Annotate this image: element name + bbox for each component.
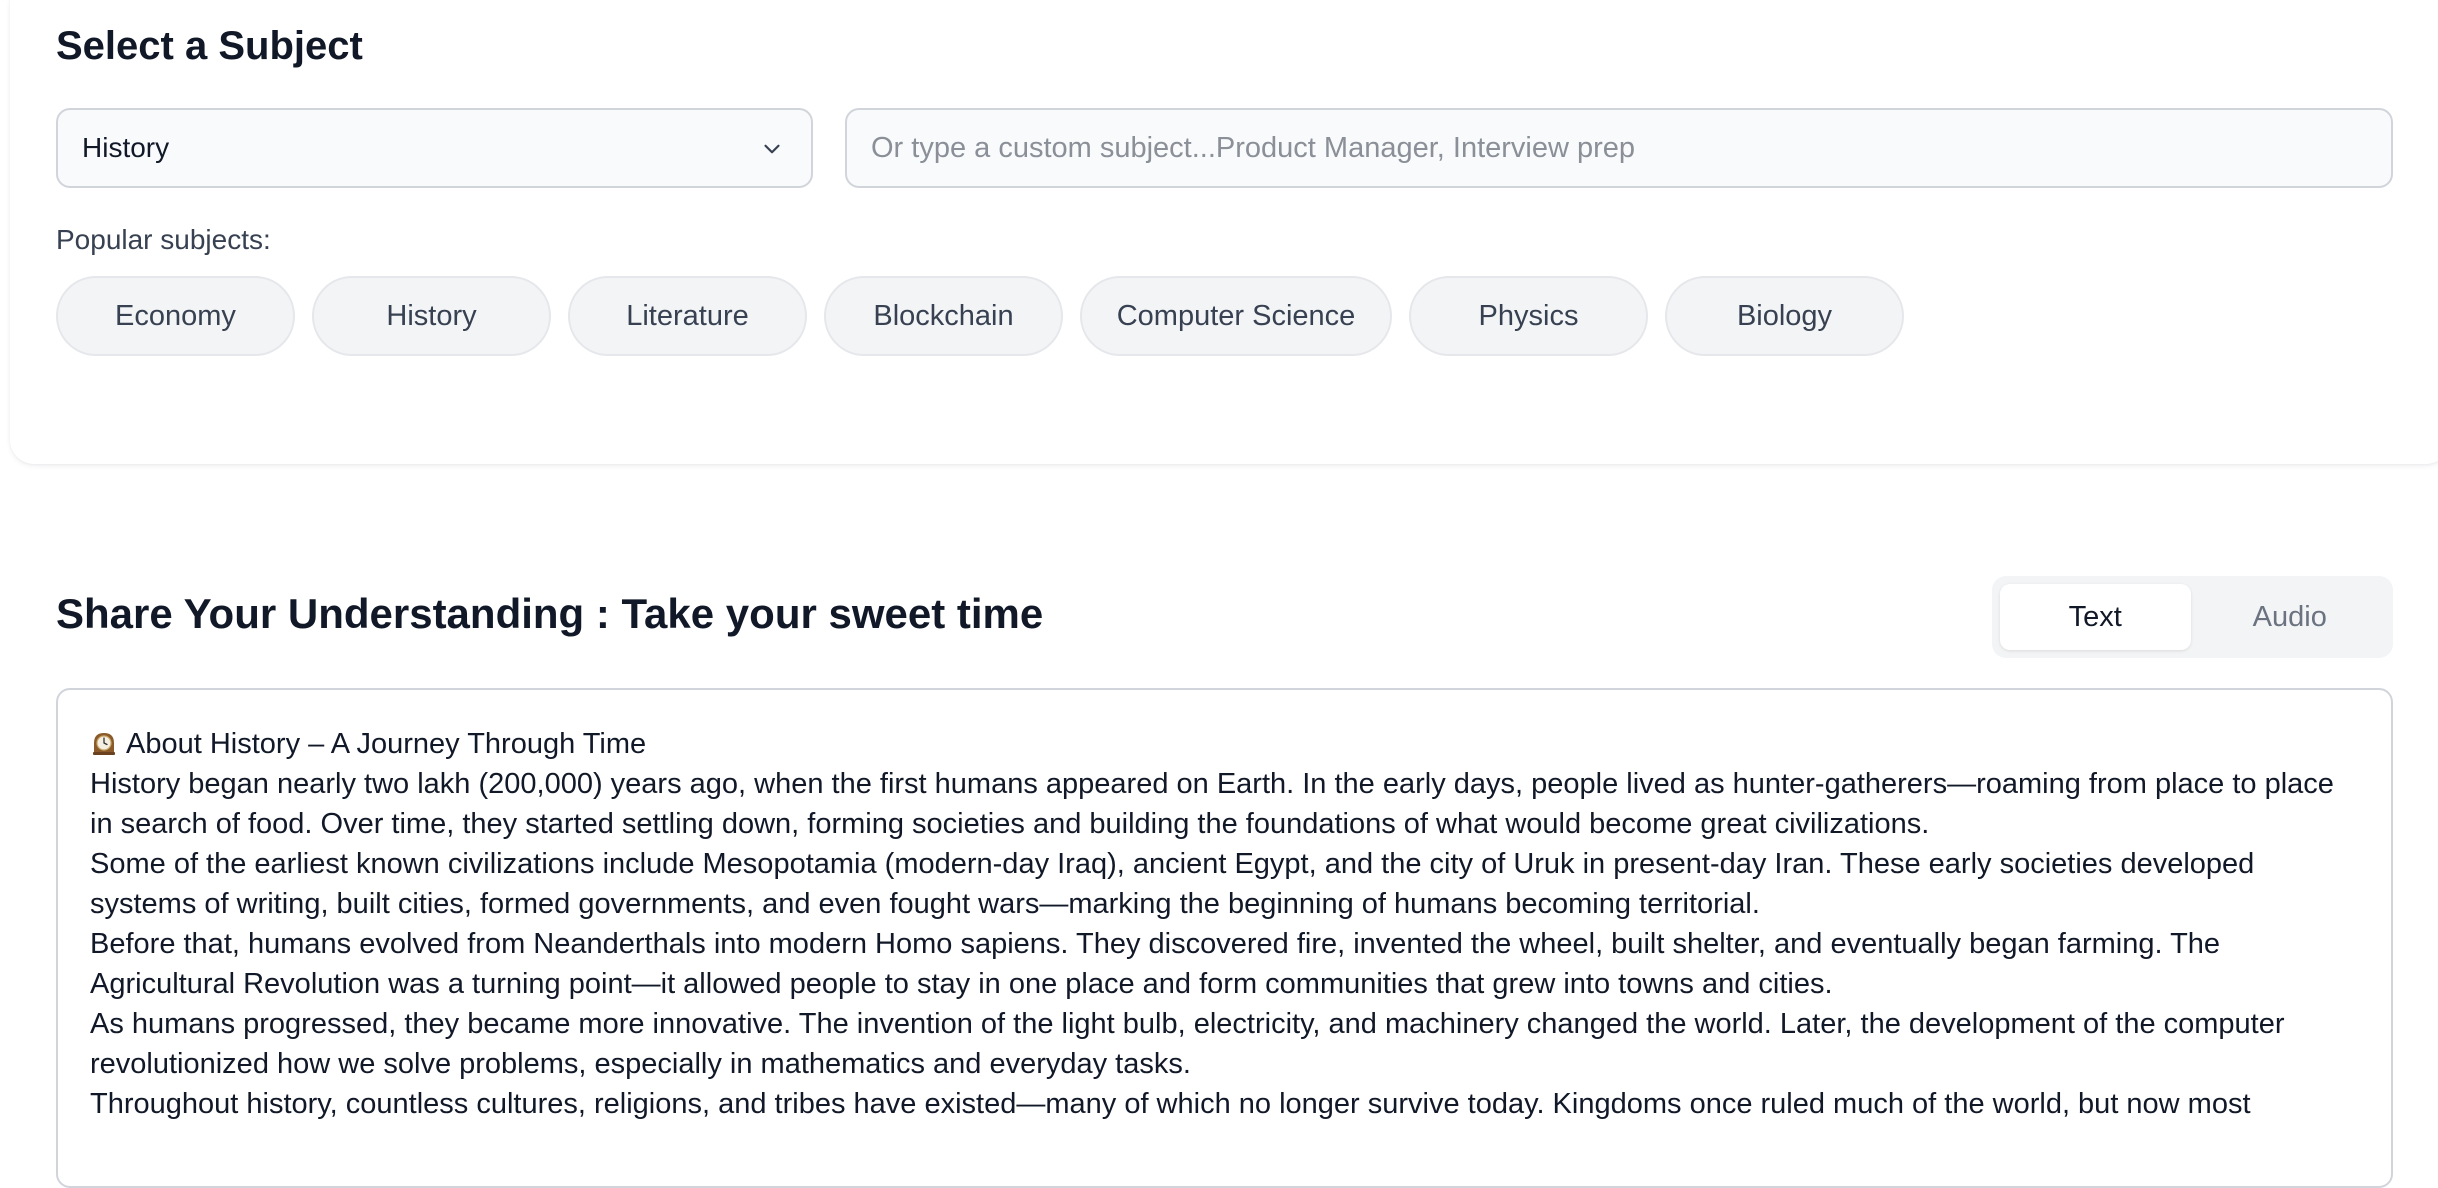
text-mode-button[interactable]: Text: [2000, 584, 2191, 650]
subject-dropdown[interactable]: History: [56, 108, 813, 188]
subject-chip-blockchain[interactable]: Blockchain: [824, 276, 1063, 356]
custom-subject-input[interactable]: [845, 108, 2393, 188]
audio-mode-button[interactable]: Audio: [2195, 584, 2386, 650]
text-heading: About History – A Journey Through Time: [126, 728, 647, 760]
subject-chip-economy[interactable]: Economy: [56, 276, 295, 356]
input-mode-toggle: Text Audio: [1992, 576, 2393, 658]
subject-chip-history[interactable]: History: [312, 276, 551, 356]
text-heading-line: About History – A Journey Through Time: [90, 724, 2359, 764]
page-title: Select a Subject: [56, 24, 363, 68]
chevron-down-icon: [764, 144, 780, 154]
popular-subjects-label: Popular subjects:: [56, 224, 271, 255]
popular-subjects-list: Economy History Literature Blockchain Co…: [56, 276, 1904, 356]
text-paragraph: History began nearly two lakh (200,000) …: [90, 768, 2334, 840]
subject-dropdown-value: History: [82, 132, 170, 163]
text-paragraph: Before that, humans evolved from Neander…: [90, 928, 2221, 1000]
subject-chip-literature[interactable]: Literature: [568, 276, 807, 356]
share-understanding-title: Share Your Understanding : Take your swe…: [56, 590, 1044, 637]
subject-chip-biology[interactable]: Biology: [1665, 276, 1904, 356]
text-paragraph: Throughout history, countless cultures, …: [90, 1088, 2251, 1120]
text-paragraph: As humans progressed, they became more i…: [90, 1008, 2285, 1080]
subject-card: [10, 0, 2438, 464]
text-paragraph: Some of the earliest known civilizations…: [90, 848, 2255, 920]
subject-chip-computer-science[interactable]: Computer Science: [1080, 276, 1392, 356]
understanding-textarea[interactable]: About History – A Journey Through Time H…: [56, 688, 2393, 1188]
subject-chip-physics[interactable]: Physics: [1409, 276, 1648, 356]
mantelpiece-clock-icon: [93, 733, 115, 755]
